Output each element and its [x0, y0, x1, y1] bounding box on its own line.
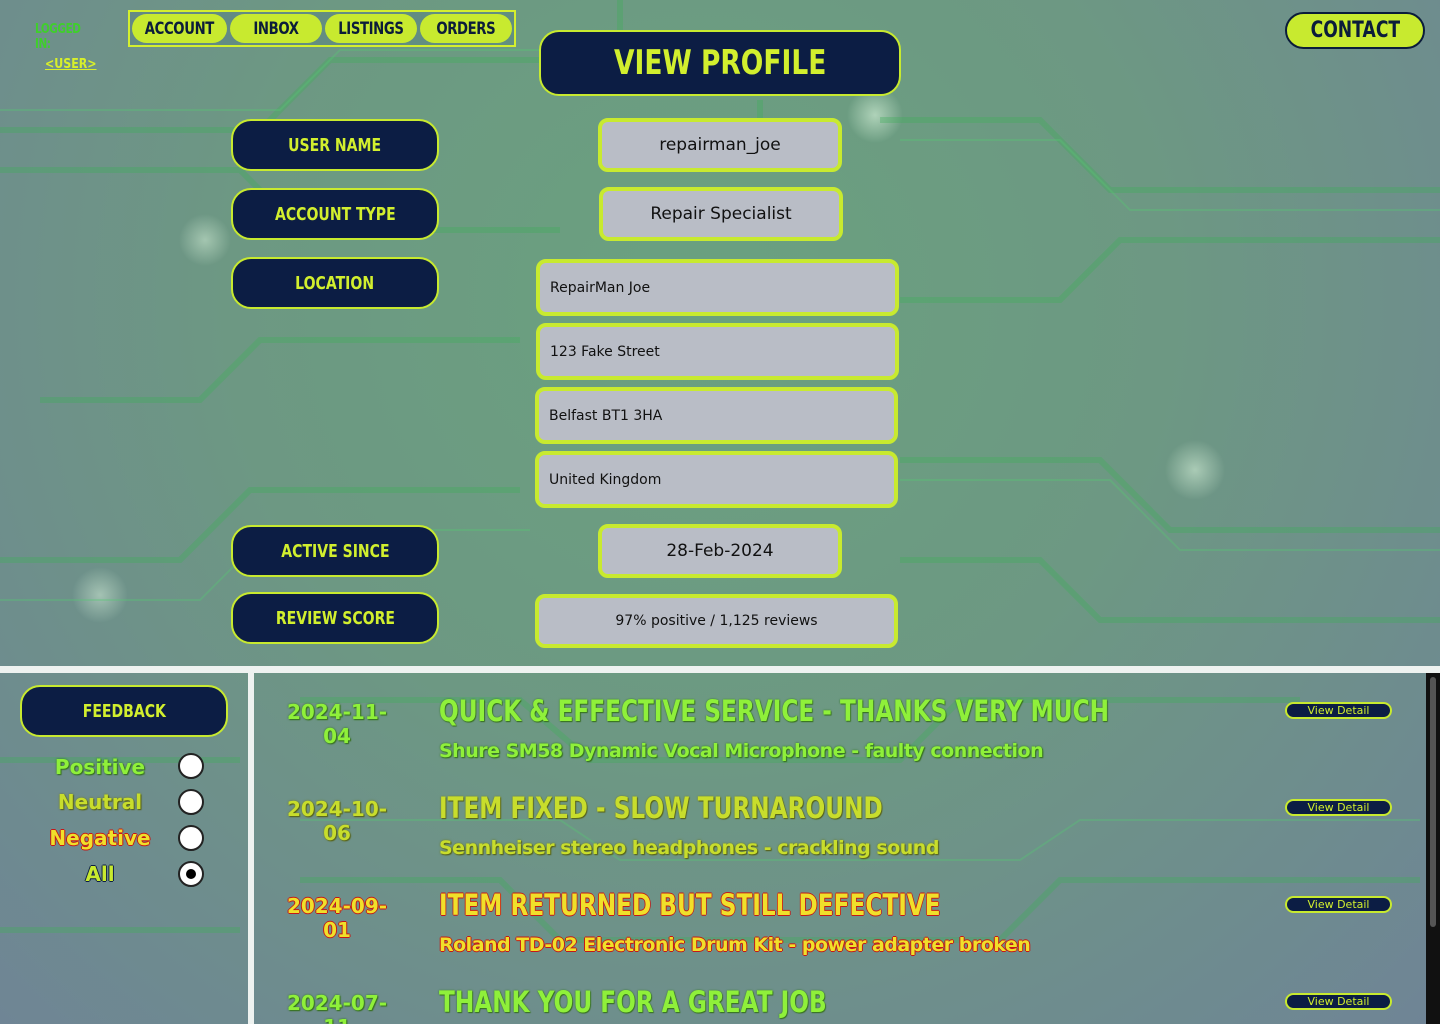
feedback-title: FEEDBACK: [20, 685, 228, 737]
feedback-date: 2024-07-11: [286, 991, 388, 1024]
filter-all-radio[interactable]: [178, 861, 204, 887]
view-detail-button[interactable]: View Detail: [1285, 896, 1392, 913]
username-label: USER NAME: [231, 119, 439, 171]
feedback-title: ITEM RETURNED BUT STILL DEFECTIVE: [439, 888, 941, 922]
view-detail-button[interactable]: View Detail: [1285, 702, 1392, 719]
filter-all-label: All: [85, 862, 115, 886]
view-detail-button[interactable]: View Detail: [1285, 993, 1392, 1010]
feedback-item-name: Sennheiser stereo headphones - crackling…: [439, 837, 939, 859]
location-line-2: 123 Fake Street: [536, 323, 899, 380]
feedback-item-name: Roland TD-02 Electronic Drum Kit - power…: [439, 934, 1031, 956]
feedback-date: 2024-10-06: [286, 797, 388, 845]
review-score-value: 97% positive / 1,125 reviews: [535, 594, 898, 648]
location-line-1: RepairMan Joe: [536, 259, 899, 316]
feedback-scrollbar[interactable]: [1426, 673, 1440, 1024]
feedback-title: THANK YOU FOR A GREAT JOB: [439, 985, 827, 1019]
nav-orders-button[interactable]: ORDERS: [420, 14, 512, 43]
feedback-date: 2024-11-04: [286, 700, 388, 748]
location-line-4: United Kingdom: [535, 451, 898, 508]
location-line-3: Belfast BT1 3HA: [535, 387, 898, 444]
view-detail-button[interactable]: View Detail: [1285, 799, 1392, 816]
feedback-title: ITEM FIXED - SLOW TURNAROUND: [439, 791, 883, 825]
page-title: VIEW PROFILE: [539, 30, 901, 96]
filter-neutral-radio[interactable]: [178, 789, 204, 815]
nav-inbox-button[interactable]: INBOX: [230, 14, 322, 43]
panel-divider: [248, 673, 254, 1024]
filter-positive-radio[interactable]: [178, 753, 204, 779]
filter-negative-radio[interactable]: [178, 825, 204, 851]
account-type-value: Repair Specialist: [599, 187, 843, 241]
user-link[interactable]: <USER>: [45, 57, 97, 72]
nav-account-button[interactable]: ACCOUNT: [132, 14, 227, 43]
logged-in-label: LOGGED IN:: [35, 22, 81, 52]
location-label: LOCATION: [231, 257, 439, 309]
feedback-item-name: Shure SM58 Dynamic Vocal Microphone - fa…: [439, 740, 1044, 762]
main-nav: ACCOUNT INBOX LISTINGS ORDERS: [128, 10, 516, 47]
filter-neutral-label: Neutral: [57, 790, 143, 814]
active-since-value: 28-Feb-2024: [598, 524, 842, 578]
scrollbar-thumb[interactable]: [1430, 677, 1436, 927]
filter-negative-label: Negative: [49, 826, 151, 850]
contact-button[interactable]: CONTACT: [1285, 12, 1425, 49]
feedback-date: 2024-09-01: [286, 894, 388, 942]
feedback-title: QUICK & EFFECTIVE SERVICE - THANKS VERY …: [439, 694, 1110, 728]
review-score-label: REVIEW SCORE: [231, 592, 439, 644]
section-divider: [0, 666, 1440, 673]
nav-listings-button[interactable]: LISTINGS: [325, 14, 417, 43]
filter-positive-label: Positive: [54, 755, 146, 779]
active-since-label: ACTIVE SINCE: [231, 525, 439, 577]
account-type-label: ACCOUNT TYPE: [231, 188, 439, 240]
username-value: repairman_joe: [598, 118, 842, 172]
